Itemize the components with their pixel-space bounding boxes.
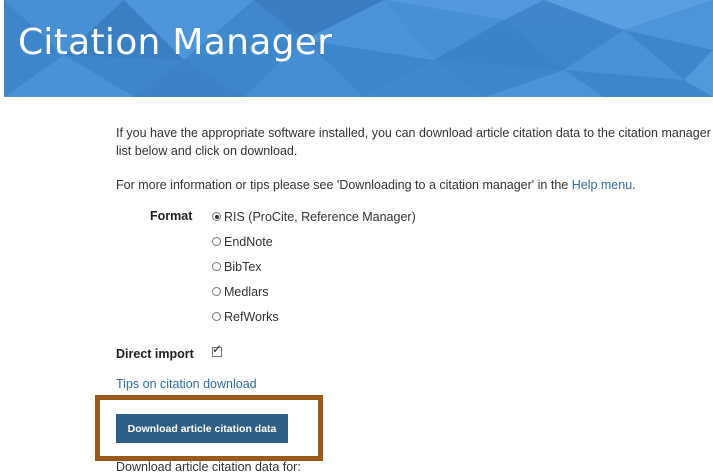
radio-refworks[interactable]	[212, 312, 221, 321]
format-option-label: BibTex	[224, 259, 262, 274]
format-option-label: EndNote	[224, 234, 273, 249]
page-title: Citation Manager	[18, 22, 333, 63]
checkmark-icon: ✓	[212, 342, 223, 356]
radio-bibtex[interactable]	[212, 262, 221, 271]
format-option-label: RefWorks	[224, 309, 279, 324]
tips-on-citation-download-link[interactable]: Tips on citation download	[116, 377, 257, 391]
radio-ris[interactable]	[212, 212, 221, 221]
format-option-ris[interactable]: RIS (ProCite, Reference Manager)	[212, 209, 416, 234]
more-info-prefix: For more information or tips please see …	[116, 178, 572, 192]
format-option-bibtex[interactable]: BibTex	[212, 259, 416, 284]
intro-line-1: If you have the appropriate software ins…	[116, 126, 713, 140]
intro-line-2: list below and click on download.	[116, 144, 298, 158]
format-option-label: Medlars	[224, 284, 269, 299]
more-info-suffix: .	[632, 178, 636, 192]
download-citation-button[interactable]: Download article citation data	[116, 414, 288, 443]
format-option-medlars[interactable]: Medlars	[212, 284, 416, 309]
format-option-label: RIS (ProCite, Reference Manager)	[224, 209, 416, 224]
help-menu-link[interactable]: Help menu	[572, 178, 632, 192]
intro-text: If you have the appropriate software ins…	[116, 124, 713, 160]
format-options: RIS (ProCite, Reference Manager) EndNote…	[212, 209, 416, 334]
banner: Citation Manager	[4, 0, 713, 97]
format-option-refworks[interactable]: RefWorks	[212, 309, 416, 334]
direct-import-checkbox[interactable]: ✓	[212, 343, 222, 357]
format-label: Format	[150, 209, 193, 223]
citation-manager-page: Citation Manager If you have the appropr…	[0, 0, 713, 475]
radio-endnote[interactable]	[212, 237, 221, 246]
download-for-label: Download article citation data for:	[116, 460, 301, 474]
format-option-endnote[interactable]: EndNote	[212, 234, 416, 259]
direct-import-label: Direct import	[116, 347, 194, 361]
radio-medlars[interactable]	[212, 287, 221, 296]
more-info-text: For more information or tips please see …	[116, 176, 636, 194]
